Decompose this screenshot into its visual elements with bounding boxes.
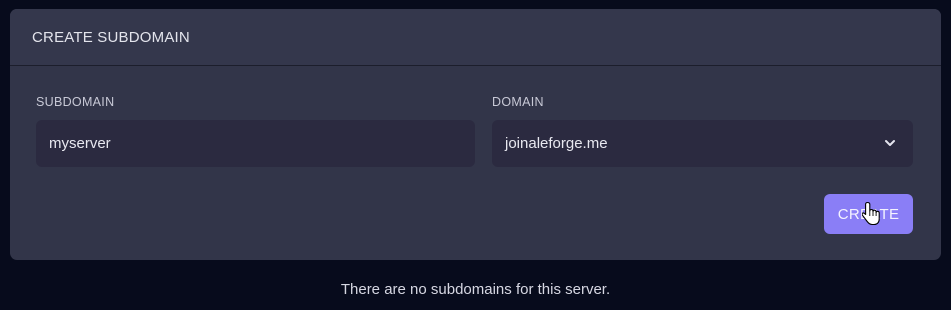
domain-label: DOMAIN (492, 95, 544, 109)
create-subdomain-panel: CREATE SUBDOMAIN SUBDOMAIN myserver DOMA… (10, 9, 941, 260)
subdomain-input[interactable]: myserver (36, 120, 475, 167)
empty-subdomains-message: There are no subdomains for this server. (340, 281, 611, 298)
panel-title: CREATE SUBDOMAIN (10, 9, 941, 66)
domain-select[interactable]: joinaleforge.me (492, 120, 913, 167)
subdomain-label: SUBDOMAIN (36, 95, 115, 109)
chevron-down-icon (885, 140, 895, 146)
domain-select-value: joinaleforge.me (505, 135, 608, 152)
hand-pointer-cursor-icon (862, 201, 880, 226)
